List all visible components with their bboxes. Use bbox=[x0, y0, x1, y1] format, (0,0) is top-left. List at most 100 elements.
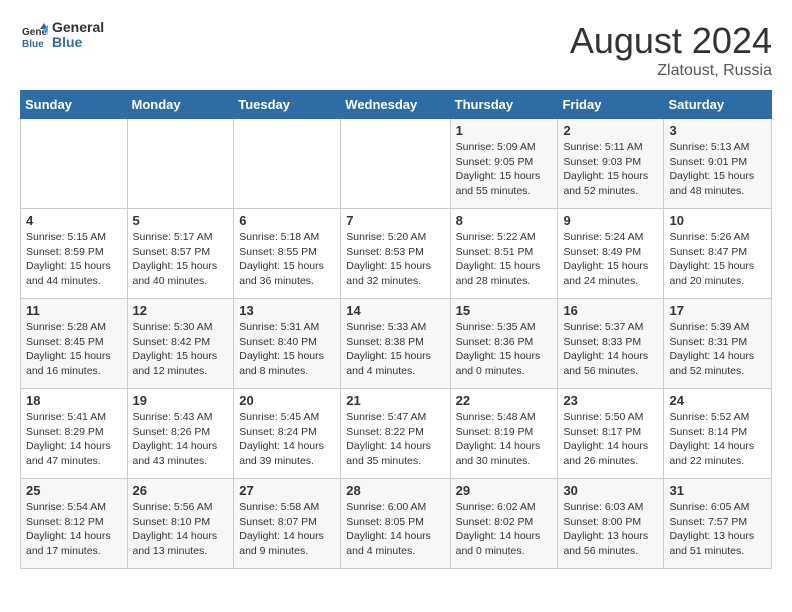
day-info: Sunrise: 5:47 AM Sunset: 8:22 PM Dayligh… bbox=[346, 410, 444, 469]
calendar-cell: 11 Sunrise: 5:28 AM Sunset: 8:45 PM Dayli… bbox=[21, 299, 128, 389]
day-number: 20 bbox=[239, 393, 335, 408]
day-info: Sunrise: 5:33 AM Sunset: 8:38 PM Dayligh… bbox=[346, 320, 444, 379]
day-info: Sunrise: 5:24 AM Sunset: 8:49 PM Dayligh… bbox=[563, 230, 658, 289]
day-info: Sunrise: 5:13 AM Sunset: 9:01 PM Dayligh… bbox=[669, 140, 766, 199]
weekday-header: Saturday bbox=[664, 91, 772, 119]
day-info: Sunrise: 5:58 AM Sunset: 8:07 PM Dayligh… bbox=[239, 500, 335, 559]
calendar-body: 1 Sunrise: 5:09 AM Sunset: 9:05 PM Daylig… bbox=[21, 119, 772, 569]
day-info: Sunrise: 5:54 AM Sunset: 8:12 PM Dayligh… bbox=[26, 500, 122, 559]
calendar-cell: 10 Sunrise: 5:26 AM Sunset: 8:47 PM Dayli… bbox=[664, 209, 772, 299]
calendar-cell: 3 Sunrise: 5:13 AM Sunset: 9:01 PM Daylig… bbox=[664, 119, 772, 209]
day-number: 4 bbox=[26, 213, 122, 228]
day-info: Sunrise: 5:48 AM Sunset: 8:19 PM Dayligh… bbox=[456, 410, 553, 469]
day-number: 7 bbox=[346, 213, 444, 228]
day-info: Sunrise: 5:18 AM Sunset: 8:55 PM Dayligh… bbox=[239, 230, 335, 289]
day-number: 14 bbox=[346, 303, 444, 318]
day-info: Sunrise: 5:43 AM Sunset: 8:26 PM Dayligh… bbox=[133, 410, 229, 469]
calendar-cell: 6Sunrise: 5:18 AM Sunset: 8:55 PM Daylig… bbox=[234, 209, 341, 299]
day-info: Sunrise: 6:02 AM Sunset: 8:02 PM Dayligh… bbox=[456, 500, 553, 559]
logo-general: General bbox=[52, 20, 104, 35]
calendar-cell: 21 Sunrise: 5:47 AM Sunset: 8:22 PM Dayli… bbox=[341, 389, 450, 479]
day-info: Sunrise: 6:00 AM Sunset: 8:05 PM Dayligh… bbox=[346, 500, 444, 559]
day-number: 28 bbox=[346, 483, 444, 498]
calendar-week-row: 4 Sunrise: 5:15 AM Sunset: 8:59 PM Daylig… bbox=[21, 209, 772, 299]
calendar-cell: 15Sunrise: 5:35 AM Sunset: 8:36 PM Dayli… bbox=[450, 299, 558, 389]
day-number: 29 bbox=[456, 483, 553, 498]
day-info: Sunrise: 5:37 AM Sunset: 8:33 PM Dayligh… bbox=[563, 320, 658, 379]
calendar-cell: 18 Sunrise: 5:41 AM Sunset: 8:29 PM Dayli… bbox=[21, 389, 128, 479]
logo: General Blue General Blue bbox=[20, 20, 104, 51]
day-number: 12 bbox=[133, 303, 229, 318]
calendar-cell: 27 Sunrise: 5:58 AM Sunset: 8:07 PM Dayli… bbox=[234, 479, 341, 569]
calendar-table: SundayMondayTuesdayWednesdayThursdayFrid… bbox=[20, 90, 772, 569]
weekday-header: Tuesday bbox=[234, 91, 341, 119]
calendar-cell: 29 Sunrise: 6:02 AM Sunset: 8:02 PM Dayli… bbox=[450, 479, 558, 569]
calendar-cell bbox=[341, 119, 450, 209]
day-number: 1 bbox=[456, 123, 553, 138]
day-info: Sunrise: 5:39 AM Sunset: 8:31 PM Dayligh… bbox=[669, 320, 766, 379]
header-row: SundayMondayTuesdayWednesdayThursdayFrid… bbox=[21, 91, 772, 119]
day-info: Sunrise: 5:35 AM Sunset: 8:36 PM Dayligh… bbox=[456, 320, 553, 379]
day-number: 25 bbox=[26, 483, 122, 498]
calendar-cell: 23 Sunrise: 5:50 AM Sunset: 8:17 PM Dayli… bbox=[558, 389, 664, 479]
day-number: 8 bbox=[456, 213, 553, 228]
day-info: Sunrise: 5:26 AM Sunset: 8:47 PM Dayligh… bbox=[669, 230, 766, 289]
calendar-cell: 16 Sunrise: 5:37 AM Sunset: 8:33 PM Dayli… bbox=[558, 299, 664, 389]
title-block: August 2024 Zlatoust, Russia bbox=[570, 20, 772, 80]
calendar-week-row: 25 Sunrise: 5:54 AM Sunset: 8:12 PM Dayli… bbox=[21, 479, 772, 569]
calendar-cell: 25 Sunrise: 5:54 AM Sunset: 8:12 PM Dayli… bbox=[21, 479, 128, 569]
day-number: 21 bbox=[346, 393, 444, 408]
day-number: 17 bbox=[669, 303, 766, 318]
calendar-cell: 13Sunrise: 5:31 AM Sunset: 8:40 PM Dayli… bbox=[234, 299, 341, 389]
calendar-cell: 31Sunrise: 6:05 AM Sunset: 7:57 PM Dayli… bbox=[664, 479, 772, 569]
calendar-cell: 24Sunrise: 5:52 AM Sunset: 8:14 PM Dayli… bbox=[664, 389, 772, 479]
calendar-cell: 17 Sunrise: 5:39 AM Sunset: 8:31 PM Dayli… bbox=[664, 299, 772, 389]
day-info: Sunrise: 5:28 AM Sunset: 8:45 PM Dayligh… bbox=[26, 320, 122, 379]
calendar-cell: 14 Sunrise: 5:33 AM Sunset: 8:38 PM Dayli… bbox=[341, 299, 450, 389]
calendar-cell: 7Sunrise: 5:20 AM Sunset: 8:53 PM Daylig… bbox=[341, 209, 450, 299]
calendar-week-row: 11 Sunrise: 5:28 AM Sunset: 8:45 PM Dayli… bbox=[21, 299, 772, 389]
day-number: 16 bbox=[563, 303, 658, 318]
weekday-header: Friday bbox=[558, 91, 664, 119]
calendar-cell: 12 Sunrise: 5:30 AM Sunset: 8:42 PM Dayli… bbox=[127, 299, 234, 389]
calendar-header: SundayMondayTuesdayWednesdayThursdayFrid… bbox=[21, 91, 772, 119]
calendar-cell bbox=[127, 119, 234, 209]
calendar-cell: 19Sunrise: 5:43 AM Sunset: 8:26 PM Dayli… bbox=[127, 389, 234, 479]
day-number: 18 bbox=[26, 393, 122, 408]
calendar-cell: 4 Sunrise: 5:15 AM Sunset: 8:59 PM Daylig… bbox=[21, 209, 128, 299]
day-info: Sunrise: 5:31 AM Sunset: 8:40 PM Dayligh… bbox=[239, 320, 335, 379]
day-info: Sunrise: 5:15 AM Sunset: 8:59 PM Dayligh… bbox=[26, 230, 122, 289]
day-number: 27 bbox=[239, 483, 335, 498]
day-info: Sunrise: 5:09 AM Sunset: 9:05 PM Dayligh… bbox=[456, 140, 553, 199]
calendar-cell: 28 Sunrise: 6:00 AM Sunset: 8:05 PM Dayli… bbox=[341, 479, 450, 569]
day-info: Sunrise: 5:50 AM Sunset: 8:17 PM Dayligh… bbox=[563, 410, 658, 469]
weekday-header: Sunday bbox=[21, 91, 128, 119]
day-info: Sunrise: 5:30 AM Sunset: 8:42 PM Dayligh… bbox=[133, 320, 229, 379]
calendar-cell bbox=[21, 119, 128, 209]
day-info: Sunrise: 5:11 AM Sunset: 9:03 PM Dayligh… bbox=[563, 140, 658, 199]
day-number: 30 bbox=[563, 483, 658, 498]
calendar-cell: 2 Sunrise: 5:11 AM Sunset: 9:03 PM Daylig… bbox=[558, 119, 664, 209]
day-number: 23 bbox=[563, 393, 658, 408]
calendar-cell bbox=[234, 119, 341, 209]
page-header: General Blue General Blue August 2024 Zl… bbox=[20, 20, 772, 80]
day-number: 11 bbox=[26, 303, 122, 318]
day-number: 2 bbox=[563, 123, 658, 138]
day-number: 22 bbox=[456, 393, 553, 408]
calendar-cell: 30Sunrise: 6:03 AM Sunset: 8:00 PM Dayli… bbox=[558, 479, 664, 569]
day-number: 10 bbox=[669, 213, 766, 228]
day-info: Sunrise: 6:05 AM Sunset: 7:57 PM Dayligh… bbox=[669, 500, 766, 559]
calendar-cell: 1 Sunrise: 5:09 AM Sunset: 9:05 PM Daylig… bbox=[450, 119, 558, 209]
calendar-week-row: 1 Sunrise: 5:09 AM Sunset: 9:05 PM Daylig… bbox=[21, 119, 772, 209]
day-number: 3 bbox=[669, 123, 766, 138]
location: Zlatoust, Russia bbox=[570, 62, 772, 80]
day-info: Sunrise: 5:52 AM Sunset: 8:14 PM Dayligh… bbox=[669, 410, 766, 469]
day-number: 26 bbox=[133, 483, 229, 498]
day-number: 9 bbox=[563, 213, 658, 228]
calendar-cell: 20Sunrise: 5:45 AM Sunset: 8:24 PM Dayli… bbox=[234, 389, 341, 479]
calendar-week-row: 18 Sunrise: 5:41 AM Sunset: 8:29 PM Dayli… bbox=[21, 389, 772, 479]
day-number: 5 bbox=[133, 213, 229, 228]
calendar-cell: 26Sunrise: 5:56 AM Sunset: 8:10 PM Dayli… bbox=[127, 479, 234, 569]
weekday-header: Monday bbox=[127, 91, 234, 119]
day-info: Sunrise: 5:41 AM Sunset: 8:29 PM Dayligh… bbox=[26, 410, 122, 469]
